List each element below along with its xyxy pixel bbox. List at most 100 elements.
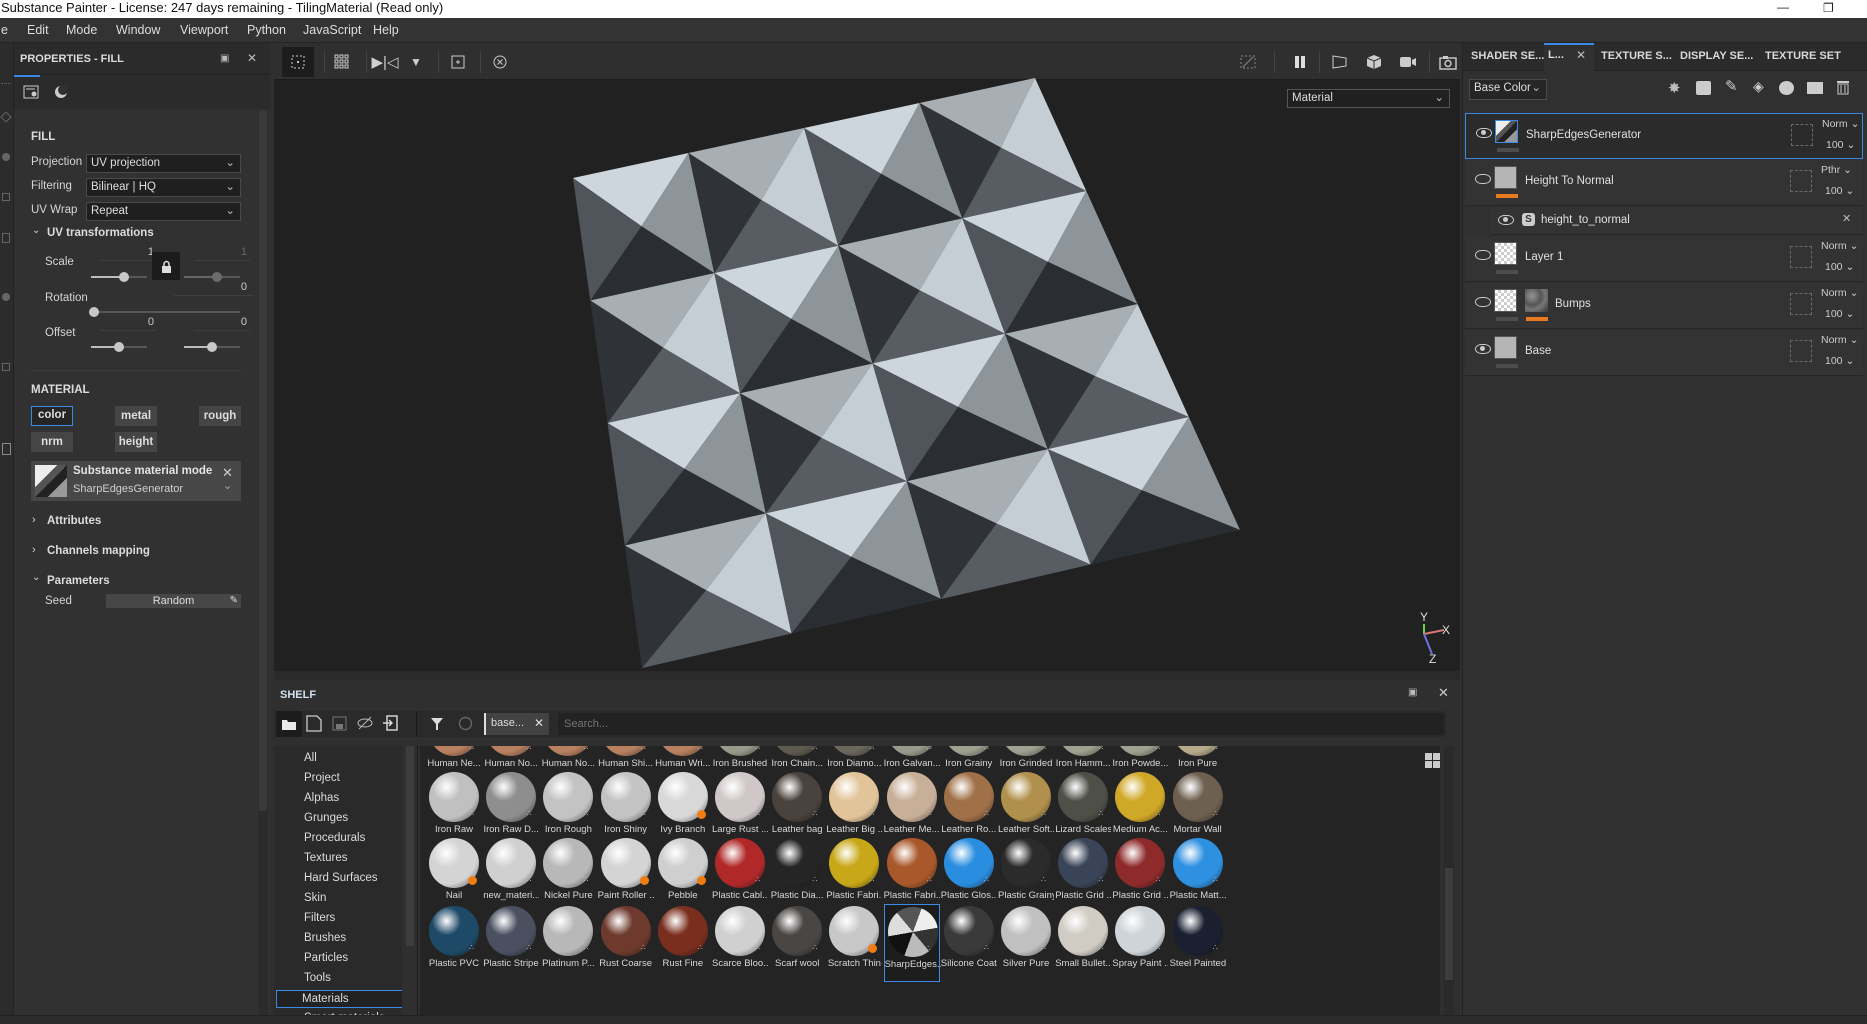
viewport-shelf-splitter[interactable] — [274, 671, 1460, 680]
refresh-icon[interactable] — [458, 716, 473, 734]
properties-scrollbar[interactable] — [258, 111, 268, 1015]
smudge-tool-icon[interactable] — [2, 293, 10, 301]
remove-filter-icon[interactable]: ✕ — [534, 716, 544, 730]
geometry-fill-icon[interactable] — [2, 233, 10, 243]
mask-slot[interactable] — [1790, 246, 1812, 268]
reset-camera-icon[interactable] — [484, 47, 516, 77]
mirror-y-icon[interactable]: ▼ — [400, 47, 432, 77]
visibility-eye-icon[interactable] — [1476, 128, 1492, 138]
channel-metal-button[interactable]: metal — [115, 406, 157, 426]
opacity-select[interactable]: 100 ⌄ — [1825, 261, 1854, 273]
opacity-select[interactable]: 100 ⌄ — [1825, 355, 1854, 367]
material-item[interactable]: ∴ SharpEdges... — [883, 904, 941, 982]
opacity-select[interactable]: 100 ⌄ — [1825, 308, 1854, 320]
menu-window[interactable]: Window — [116, 23, 160, 37]
shelf-category-item[interactable]: Project — [304, 772, 340, 784]
material-item[interactable]: ∴ Small Bullet... — [1055, 904, 1111, 982]
fit-to-screen-icon[interactable] — [442, 47, 474, 77]
material-item[interactable]: ∴ Silver Pure — [998, 904, 1054, 982]
layer-sharpedgesgenerator[interactable]: SharpEdgesGenerator Norm ⌄ 100 ⌄ — [1465, 113, 1863, 159]
selection-frame-icon[interactable] — [282, 47, 314, 77]
layer-base[interactable]: Base Norm ⌄ 100 ⌄ — [1465, 330, 1863, 376]
save-icon[interactable] — [332, 716, 347, 734]
tool-grip-icon[interactable] — [1, 83, 11, 87]
material-item[interactable]: ∴ Nickel Pure — [540, 836, 596, 914]
mask-slot[interactable] — [1790, 170, 1812, 192]
material-item[interactable]: ∴ Plastic Stripes — [483, 904, 539, 982]
visibility-eye-icon[interactable] — [1475, 344, 1491, 354]
tab-texture-set-settings[interactable]: TEXTURE SET SE... — [1761, 43, 1867, 89]
close-tab-icon[interactable]: ✕ — [1576, 48, 1586, 62]
shelf-category-item[interactable]: Procedurals — [304, 832, 365, 844]
projection-select[interactable]: UV projection ⌄ — [86, 154, 241, 173]
category-scrollbar[interactable] — [406, 746, 414, 946]
rotation-value[interactable]: 0 — [207, 281, 247, 293]
restore-icon[interactable]: ❐ — [1823, 0, 1834, 16]
hide-icon[interactable] — [357, 716, 373, 733]
shelf-category-item[interactable]: Skin — [304, 892, 326, 904]
material-item[interactable]: Paint Roller ... — [598, 836, 654, 914]
shelf-category-item[interactable]: Brushes — [304, 932, 346, 944]
menu-viewport[interactable]: Viewport — [180, 23, 228, 37]
material-item[interactable]: ∴ Plastic Cabl... — [712, 836, 768, 914]
material-item[interactable]: ∴ Spray Paint ... — [1112, 904, 1168, 982]
folder-icon[interactable] — [276, 711, 302, 737]
screenshot-icon[interactable] — [1432, 47, 1464, 77]
menu-file[interactable]: e — [1, 23, 8, 37]
grid-icon[interactable] — [327, 47, 359, 77]
channel-color-button[interactable]: color — [31, 406, 73, 426]
material-item[interactable]: ∴ Plastic Fabri... — [884, 836, 940, 914]
layer-layer-1[interactable]: Layer 1 Norm ⌄ 100 ⌄ — [1465, 236, 1863, 282]
visibility-eye-icon[interactable] — [1475, 250, 1491, 260]
material-item[interactable]: ∴ Plastic Fabri... — [826, 836, 882, 914]
channel-nrm-button[interactable]: nrm — [31, 432, 73, 452]
channel-select[interactable]: Base Color ⌄ — [1469, 79, 1547, 100]
shelf-category-item[interactable]: Hard Surfaces — [304, 872, 378, 884]
blend-mode-select[interactable]: Pthr ⌄ — [1821, 164, 1852, 176]
tab-shader-settings[interactable]: SHADER SE... — [1467, 43, 1549, 70]
viewport-mode-select[interactable]: Material ⌄ — [1287, 89, 1450, 108]
seed-random-button[interactable]: Random ✎ — [106, 594, 241, 608]
brush-tool-icon[interactable] — [0, 111, 12, 123]
blend-mode-select[interactable]: Norm ⌄ — [1822, 118, 1859, 130]
substance-material-card[interactable]: Substance material mode SharpEdgesGenera… — [31, 461, 241, 501]
tab-display-settings[interactable]: DISPLAY SE... — [1676, 43, 1758, 70]
scale-v-slider[interactable] — [184, 272, 240, 282]
add-mask-icon[interactable] — [1696, 81, 1711, 95]
filter-icon[interactable] — [430, 717, 444, 734]
material-sphere-icon[interactable] — [48, 77, 74, 107]
viewport[interactable]: ▶|◁ ▼ Material ⌄ Y X Z — [274, 43, 1460, 671]
chevron-right-icon[interactable]: › — [32, 514, 36, 526]
chevron-down-icon[interactable]: ⌄ — [32, 572, 40, 583]
material-grid-scrollbar[interactable] — [1444, 746, 1454, 1015]
menu-help[interactable]: Help — [373, 23, 399, 37]
material-item[interactable]: ∴ Silicone Coat — [941, 904, 997, 982]
add-mask-menu-icon[interactable] — [1779, 81, 1794, 95]
visibility-eye-icon[interactable] — [1498, 215, 1514, 225]
material-item[interactable]: ∴ Platinum P... — [540, 904, 596, 982]
material-item[interactable]: Pebble — [655, 836, 711, 914]
chevron-down-icon[interactable]: ⌄ — [223, 479, 232, 492]
view-2d-icon[interactable] — [1324, 47, 1356, 77]
shelf-category-item[interactable]: Textures — [304, 852, 347, 864]
material-item[interactable]: ∴ Steel Painted — [1170, 904, 1226, 982]
material-item[interactable]: ∴ Plastic Grainy — [998, 836, 1054, 914]
rotation-slider[interactable] — [89, 307, 240, 317]
edit-pencil-icon[interactable]: ✎ — [230, 594, 238, 608]
menu-edit[interactable]: Edit — [27, 23, 49, 37]
delete-layer-icon[interactable] — [1836, 79, 1850, 95]
menu-mode[interactable]: Mode — [66, 23, 97, 37]
camera-icon[interactable] — [1392, 47, 1424, 77]
offset-v-value[interactable]: 0 — [207, 316, 247, 328]
material-item[interactable]: ∴ Rust Fine — [655, 904, 711, 982]
shelf-category-item[interactable]: Tools — [304, 972, 331, 984]
shelf-category-item[interactable]: Grunges — [304, 812, 348, 824]
opacity-select[interactable]: 100 ⌄ — [1825, 185, 1854, 197]
material-item[interactable]: ∴ Plastic Grid ... — [1112, 836, 1168, 914]
blend-mode-select[interactable]: Norm ⌄ — [1821, 287, 1858, 299]
layer-bumps[interactable]: Bumps Norm ⌄ 100 ⌄ — [1465, 283, 1863, 329]
material-item[interactable]: ∴ Rust Coarse — [598, 904, 654, 982]
material-picker-icon[interactable] — [2, 443, 11, 455]
effect-height-to-normal[interactable]: S height_to_normal ✕ — [1491, 207, 1863, 235]
mask-slot[interactable] — [1790, 293, 1812, 315]
